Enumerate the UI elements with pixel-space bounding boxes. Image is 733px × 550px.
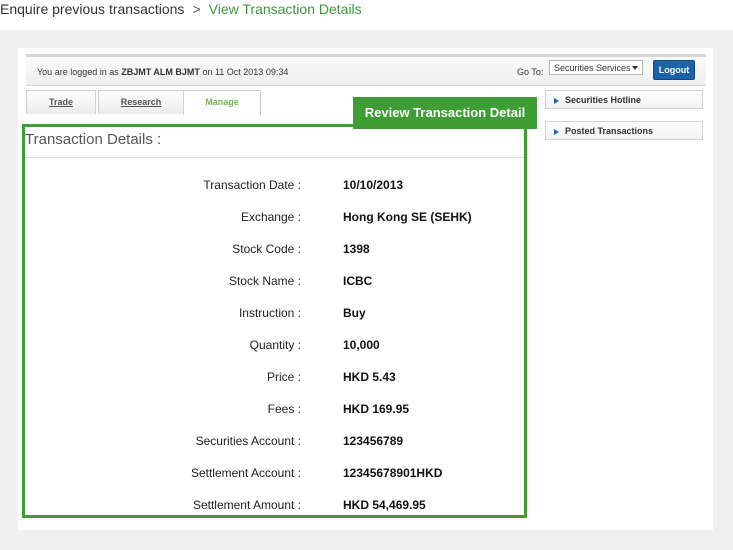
detail-label: Securities Account :: [195, 434, 301, 448]
side-link-label: Posted Transactions: [565, 126, 654, 136]
review-callout-badge: Review Transaction Detail: [353, 97, 537, 129]
breadcrumb-current: View Transaction Details: [208, 1, 362, 17]
tab-manage[interactable]: Manage: [183, 90, 261, 115]
detail-value: ICBC: [343, 274, 373, 288]
detail-value: HKD 5.43: [343, 370, 396, 384]
triangle-right-icon: [554, 128, 559, 135]
detail-value: Hong Kong SE (SEHK): [343, 210, 472, 224]
side-link-posted-transactions[interactable]: Posted Transactions: [545, 121, 703, 140]
tab-research[interactable]: Research: [98, 90, 184, 114]
detail-value: HKD 169.95: [343, 402, 410, 416]
side-link-securities-hotline[interactable]: Securities Hotline: [545, 90, 703, 109]
goto-selected-value: Securities Services: [554, 63, 631, 73]
triangle-right-icon: [554, 97, 559, 104]
side-link-label: Securities Hotline: [565, 95, 642, 105]
detail-label: Settlement Account :: [190, 466, 301, 480]
transaction-details-box: Transaction Details : Transaction Date :…: [22, 124, 527, 518]
detail-label: Stock Name :: [228, 274, 301, 288]
detail-label: Quantity :: [249, 338, 301, 352]
divider: [25, 157, 524, 158]
details-title: Transaction Details :: [25, 131, 162, 148]
logout-button[interactable]: Logout: [653, 60, 695, 80]
detail-row: Quantity : 10,000: [25, 338, 524, 358]
detail-value: Buy: [343, 306, 366, 320]
detail-value: 123456789: [343, 434, 404, 448]
breadcrumb: Enquire previous transactions > View Trans…: [0, 0, 362, 20]
login-time: on 11 Oct 2013 09:34: [202, 67, 289, 77]
detail-label: Exchange :: [240, 210, 301, 224]
detail-value: 10,000: [343, 338, 380, 352]
login-status: You are logged in as ZBJMT ALM BJMT on 1…: [37, 67, 288, 77]
detail-value: 1398: [343, 242, 370, 256]
detail-row: Fees : HKD 169.95: [25, 402, 524, 422]
detail-row: Stock Name : ICBC: [25, 274, 524, 294]
detail-row: Exchange : Hong Kong SE (SEHK): [25, 210, 524, 230]
detail-row: Stock Code : 1398: [25, 242, 524, 262]
goto-select[interactable]: Securities Services: [549, 60, 643, 75]
top-bar: You are logged in as ZBJMT ALM BJMT on 1…: [26, 54, 706, 86]
detail-label: Stock Code :: [232, 242, 301, 256]
chevron-down-icon: [632, 66, 638, 70]
detail-value: 12345678901HKD: [343, 466, 443, 480]
tab-trade[interactable]: Trade: [26, 90, 96, 114]
main-panel: You are logged in as ZBJMT ALM BJMT on 1…: [18, 48, 713, 530]
content-area: You are logged in as ZBJMT ALM BJMT on 1…: [0, 30, 733, 550]
detail-value: 10/10/2013: [343, 178, 404, 192]
detail-row: Settlement Account : 12345678901HKD: [25, 466, 524, 486]
detail-row: Transaction Date : 10/10/2013: [25, 178, 524, 198]
detail-label: Price :: [266, 370, 301, 384]
login-prefix: You are logged in as: [37, 67, 119, 77]
detail-label: Instruction :: [238, 306, 301, 320]
goto-label: Go To:: [517, 67, 544, 77]
detail-row: Instruction : Buy: [25, 306, 524, 326]
detail-row: Settlement Amount : HKD 54,469.95: [25, 498, 524, 518]
breadcrumb-separator: >: [192, 1, 201, 17]
detail-label: Transaction Date :: [203, 178, 301, 192]
detail-value: HKD 54,469.95: [343, 498, 426, 512]
detail-label: Settlement Amount :: [192, 498, 301, 512]
user-name: ZBJMT ALM BJMT: [121, 67, 200, 77]
detail-label: Fees :: [267, 402, 301, 416]
detail-row: Securities Account : 123456789: [25, 434, 524, 454]
breadcrumb-parent-link[interactable]: Enquire previous transactions: [0, 1, 184, 17]
detail-row: Price : HKD 5.43: [25, 370, 524, 390]
